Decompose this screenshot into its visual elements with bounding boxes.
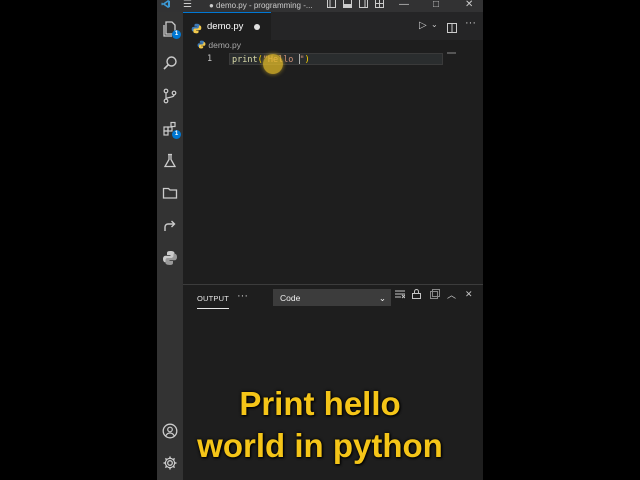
code-close-paren: ) [304, 55, 310, 65]
testing-icon[interactable] [157, 148, 183, 174]
toggle-panel-icon[interactable] [343, 0, 352, 12]
extensions-badge: 1 [172, 130, 181, 139]
extensions-icon[interactable]: 1 [157, 116, 183, 142]
title-bar: ☰ ● demo.py - programming -... — □ ✕ [157, 0, 483, 12]
output-channel-value: Code [280, 293, 301, 303]
open-in-editor-icon[interactable] [430, 289, 440, 301]
tab-label: demo.py [207, 21, 244, 32]
menu-icon[interactable]: ☰ [183, 0, 192, 11]
source-control-icon[interactable] [157, 83, 183, 109]
code-function: print [232, 55, 258, 65]
python-file-icon [191, 21, 202, 39]
run-dropdown-chevron-icon[interactable]: ⌄ [431, 20, 438, 29]
unsaved-dot-icon[interactable] [254, 24, 260, 30]
explorer-icon[interactable]: 1 [157, 16, 183, 42]
breadcrumb-file: demo.py [208, 40, 241, 50]
more-actions-icon[interactable]: ··· [465, 17, 476, 29]
video-caption-line1: Print hello [239, 385, 401, 422]
minimize-icon[interactable]: — [399, 0, 409, 11]
line-number: 1 [207, 54, 213, 64]
mouse-pointer-highlight [263, 54, 283, 74]
minimap-line [447, 52, 456, 54]
lock-scroll-icon[interactable] [412, 289, 421, 301]
video-caption-line2: world in python [197, 427, 443, 464]
code-editor[interactable]: 1 print("Hello ") [183, 52, 483, 284]
split-editor-icon[interactable] [447, 20, 457, 38]
close-panel-icon[interactable]: ✕ [465, 289, 473, 300]
explorer-badge: 1 [172, 30, 181, 39]
close-window-icon[interactable]: ✕ [465, 0, 473, 11]
breadcrumb-python-icon [197, 40, 206, 49]
toggle-secondary-sidebar-icon[interactable] [359, 0, 368, 12]
run-python-file-icon[interactable]: ▷ [419, 20, 427, 31]
maximize-panel-icon[interactable]: ︿ [447, 288, 456, 301]
search-icon[interactable] [157, 50, 183, 76]
editor-tabs: demo.py ▷ ⌄ ··· [183, 12, 483, 41]
remote-explorer-icon[interactable] [157, 213, 183, 239]
customize-layout-icon[interactable] [375, 0, 384, 12]
breadcrumb[interactable]: demo.py [197, 40, 241, 50]
folder-icon[interactable] [157, 180, 183, 206]
chevron-down-icon: ⌄ [378, 293, 386, 303]
panel-more-icon[interactable]: ··· [237, 290, 248, 302]
maximize-icon[interactable]: □ [433, 0, 439, 11]
toggle-primary-sidebar-icon[interactable] [327, 0, 336, 12]
tab-demo-py[interactable]: demo.py [183, 12, 271, 41]
output-channel-select[interactable]: Code ⌄ [273, 289, 391, 306]
clear-output-icon[interactable] [395, 289, 406, 301]
window-title: ● demo.py - programming -... [209, 1, 313, 10]
tab-output[interactable]: OUTPUT [197, 294, 230, 309]
python-icon[interactable] [157, 245, 183, 271]
